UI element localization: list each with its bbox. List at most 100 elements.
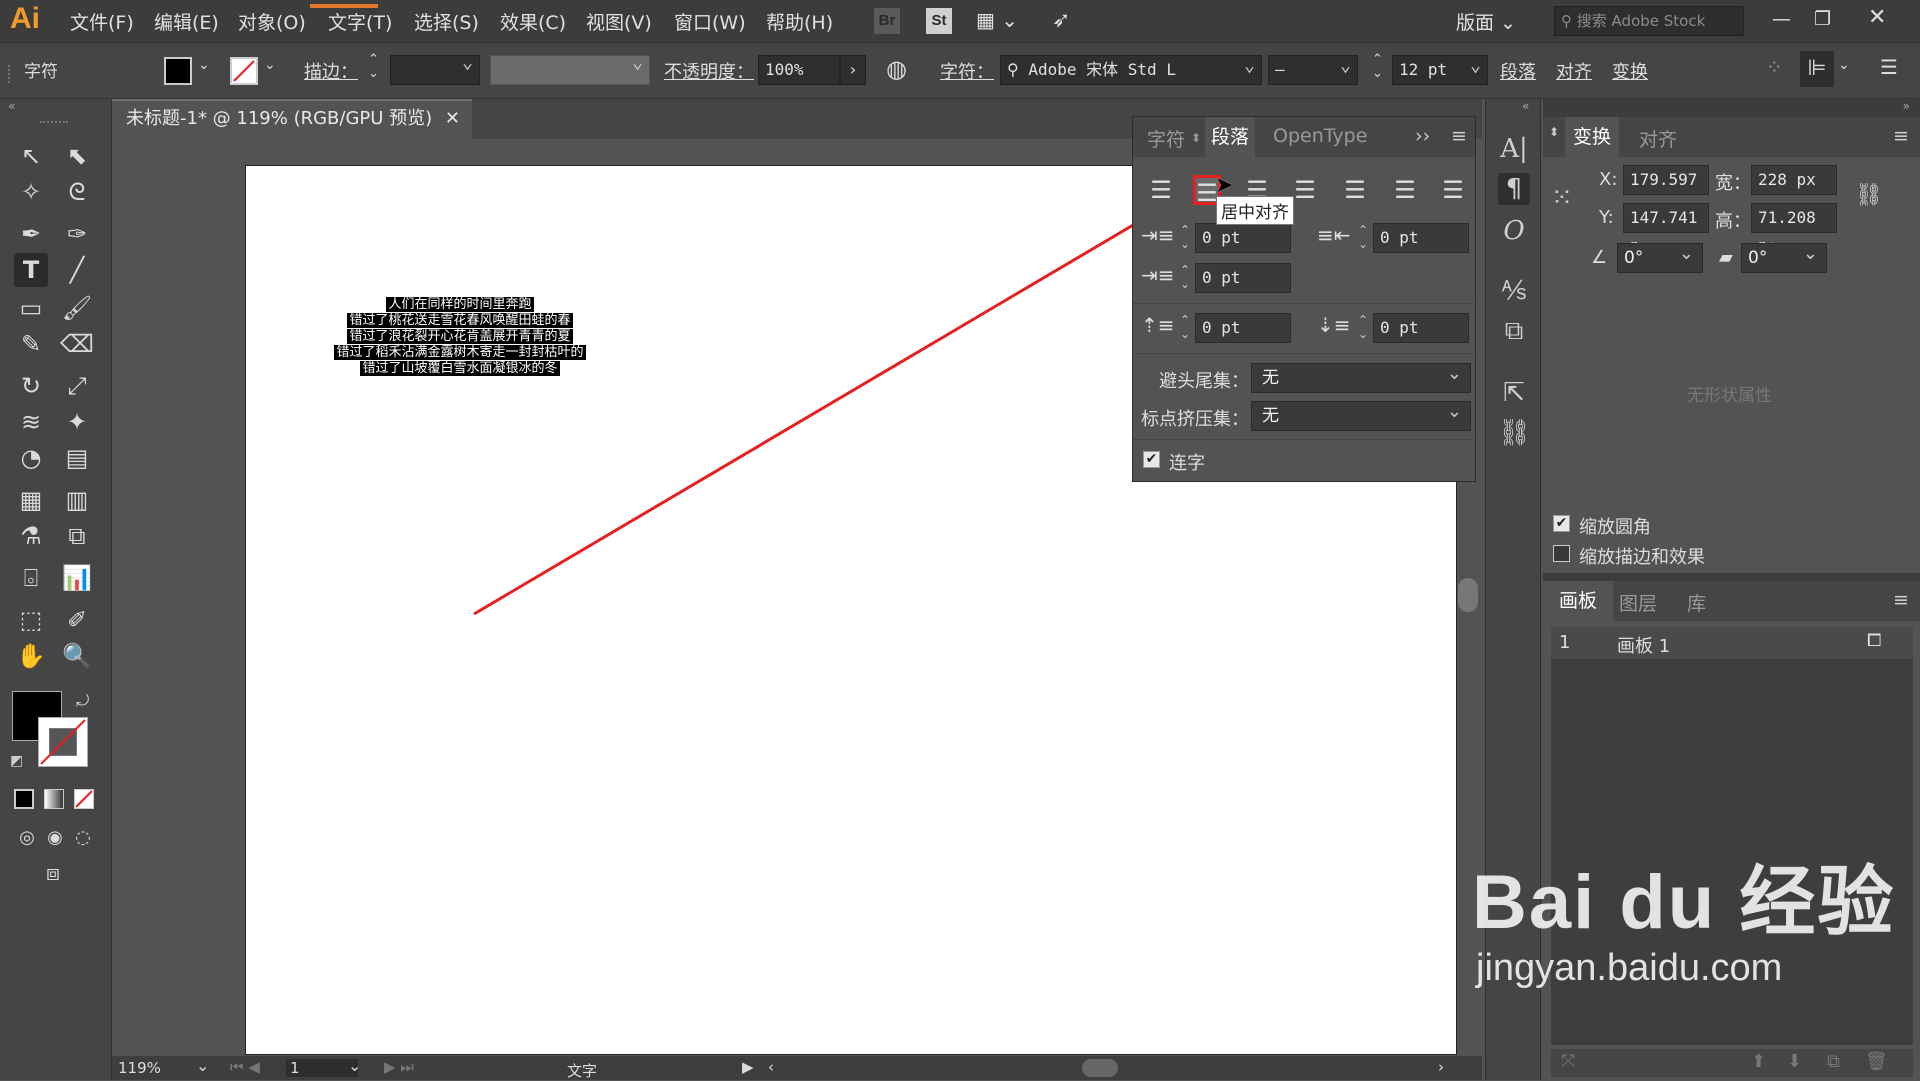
justify-last-right-icon[interactable]: ☰	[1391, 175, 1419, 205]
tab-libraries[interactable]: 库	[1687, 589, 1706, 616]
screen-mode-icon[interactable]: ⧈	[36, 857, 70, 891]
character-styles-icon[interactable]: ⅍	[1498, 275, 1530, 307]
stroke-swatch[interactable]	[230, 57, 258, 85]
symbol-sprayer-tool-icon[interactable]: ⌻	[14, 561, 48, 595]
menu-object[interactable]: 对象(O)	[238, 8, 306, 35]
document-tab[interactable]: 未标题-1* @ 119% (RGB/GPU 预览) ✕	[112, 99, 472, 139]
warp-tool-icon[interactable]: ≋	[14, 405, 48, 439]
left-indent-stepper[interactable]: ⌃ ⌄	[1177, 223, 1193, 253]
first-line-indent-stepper[interactable]: ⌃ ⌄	[1177, 263, 1193, 293]
stroke-dropdown-icon[interactable]: ⌄	[264, 57, 276, 73]
magic-wand-tool-icon[interactable]: ✧	[14, 175, 48, 209]
scroll-right-icon[interactable]: ›	[1438, 1058, 1444, 1076]
next-artboard-icon[interactable]: ▶ ⏭	[384, 1058, 414, 1076]
align-grid-icon[interactable]: ⁘	[1766, 55, 1783, 79]
stock-search-input[interactable]: ⚲ 搜索 Adobe Stock	[1554, 6, 1744, 36]
expand-icon[interactable]: »	[1903, 99, 1910, 113]
horizontal-scrollbar-thumb[interactable]	[1082, 1059, 1118, 1077]
menu-edit[interactable]: 编辑(E)	[154, 8, 219, 35]
zoom-tool-icon[interactable]: 🔍	[60, 639, 94, 673]
menu-help[interactable]: 帮助(H)	[766, 8, 833, 35]
paragraph-styles-icon[interactable]: ⧉	[1498, 315, 1530, 347]
scale-tool-icon[interactable]: ⤢	[60, 369, 94, 403]
artboard-tool-icon[interactable]: ⬚	[14, 603, 48, 637]
draw-inside-icon[interactable]: ◌	[66, 821, 100, 855]
artboard-dropdown-icon[interactable]: ⌄	[348, 1056, 361, 1075]
minimize-icon[interactable]: —	[1772, 8, 1791, 30]
menu-select[interactable]: 选择(S)	[414, 8, 479, 35]
eyedropper-tool-icon[interactable]: ⚗	[14, 519, 48, 553]
panel-menu-icon[interactable]: ≡	[1893, 125, 1909, 147]
gpu-rocket-icon[interactable]: ➶	[1052, 8, 1070, 33]
artboard-row[interactable]: 1 画板 1 ⧠	[1551, 627, 1913, 659]
opentype-panel-icon[interactable]: O	[1498, 215, 1530, 247]
font-size-stepper[interactable]: ⌃ ⌄	[1372, 53, 1383, 81]
mesh-tool-icon[interactable]: ▦	[14, 483, 48, 517]
scroll-left-icon[interactable]: ‹	[768, 1058, 774, 1076]
tab-align[interactable]: 对齐	[1639, 125, 1677, 152]
lasso-tool-icon[interactable]: ᘓ	[60, 175, 94, 209]
slice-tool-icon[interactable]: ✐	[60, 603, 94, 637]
artboard-options-icon[interactable]: ⧠	[1867, 630, 1881, 651]
scale-corners-checkbox[interactable]: ✔	[1553, 515, 1570, 532]
isolate-icon[interactable]: ⊫	[1800, 51, 1834, 87]
vertical-scrollbar-thumb[interactable]	[1458, 578, 1478, 612]
font-size-field[interactable]: 12 pt	[1392, 55, 1488, 85]
kinsoku-select[interactable]: 无	[1251, 360, 1471, 393]
line-tool-icon[interactable]: ╱	[60, 253, 94, 287]
character-panel-icon[interactable]: A|	[1498, 133, 1530, 165]
links-icon[interactable]: ⛓	[1498, 417, 1531, 449]
left-indent-field[interactable]: 0 pt	[1195, 223, 1291, 253]
hand-tool-icon[interactable]: ✋	[14, 639, 48, 673]
right-indent-field[interactable]: 0 pt	[1373, 223, 1469, 253]
rotate-angle-field[interactable]: 0°	[1617, 240, 1703, 273]
bridge-icon[interactable]: Br	[874, 8, 900, 34]
tab-layers[interactable]: 图层	[1619, 589, 1657, 616]
right-indent-stepper[interactable]: ⌃ ⌄	[1355, 223, 1371, 253]
fill-swatch[interactable]	[164, 57, 192, 85]
fill-dropdown-icon[interactable]: ⌄	[198, 57, 210, 73]
variable-width-profile[interactable]	[490, 55, 650, 85]
height-field[interactable]: 71.208 p:	[1751, 203, 1837, 255]
panel-collapse-icon[interactable]: ››	[1415, 125, 1430, 147]
graph-tool-icon[interactable]: 📊	[60, 561, 94, 595]
first-artboard-icon[interactable]: ⏮ ◀	[230, 1058, 260, 1076]
opacity-label[interactable]: 不透明度：	[664, 58, 754, 84]
selected-text-object[interactable]: 人们在同样的时间里奔跑 错过了桃花送走雪花春风唤醒田蛙的春 错过了浪花裂开心花肯…	[320, 297, 600, 377]
pen-tool-icon[interactable]: ✒	[14, 217, 48, 251]
paragraph-panel-icon[interactable]: ¶	[1498, 173, 1530, 205]
stroke-label[interactable]: 描边：	[304, 58, 358, 84]
panel-menu-icon[interactable]: ≡	[1451, 125, 1467, 147]
stroke-color-swatch[interactable]	[38, 717, 88, 767]
stroke-weight-stepper[interactable]: ⌃ ⌄	[368, 53, 379, 81]
menu-file[interactable]: 文件(F)	[70, 8, 134, 35]
space-before-stepper[interactable]: ⌃ ⌄	[1177, 313, 1193, 343]
export-icon[interactable]: ⇱	[1498, 377, 1530, 409]
space-before-field[interactable]: 0 pt	[1195, 313, 1291, 343]
tab-opentype[interactable]: OpenType	[1273, 125, 1367, 147]
type-tool-icon[interactable]: T	[14, 253, 48, 287]
justify-all-icon[interactable]: ☰	[1439, 175, 1467, 205]
move-up-icon[interactable]: ⬆	[1751, 1051, 1766, 1072]
restore-icon[interactable]: ❐	[1814, 8, 1831, 30]
space-after-stepper[interactable]: ⌃ ⌄	[1355, 313, 1371, 343]
status-menu-icon[interactable]: ▶	[742, 1058, 754, 1076]
shape-builder-tool-icon[interactable]: ◔	[14, 441, 48, 475]
tab-transform[interactable]: 变换	[1565, 117, 1620, 157]
align-left-icon[interactable]: ☰	[1147, 175, 1175, 205]
close-icon[interactable]: ✕	[1868, 5, 1886, 30]
menu-view[interactable]: 视图(V)	[586, 8, 652, 35]
align-link[interactable]: 对齐	[1556, 58, 1592, 84]
justify-last-left-icon[interactable]: ☰	[1291, 175, 1319, 205]
default-colors-icon[interactable]: ◩	[10, 753, 23, 769]
shaper-tool-icon[interactable]: ✎	[14, 327, 48, 361]
puppet-warp-tool-icon[interactable]: ✦	[60, 405, 94, 439]
y-field[interactable]: 147.741 p	[1623, 203, 1709, 255]
transform-link[interactable]: 变换	[1612, 58, 1648, 84]
collapse-icon[interactable]: «	[1522, 99, 1529, 113]
gradient-mode-icon[interactable]	[44, 789, 64, 809]
none-mode-icon[interactable]	[74, 789, 94, 809]
color-mode-icon[interactable]	[14, 789, 34, 809]
gradient-tool-icon[interactable]: ▥	[60, 483, 94, 517]
x-field[interactable]: 179.597 p	[1623, 165, 1709, 217]
